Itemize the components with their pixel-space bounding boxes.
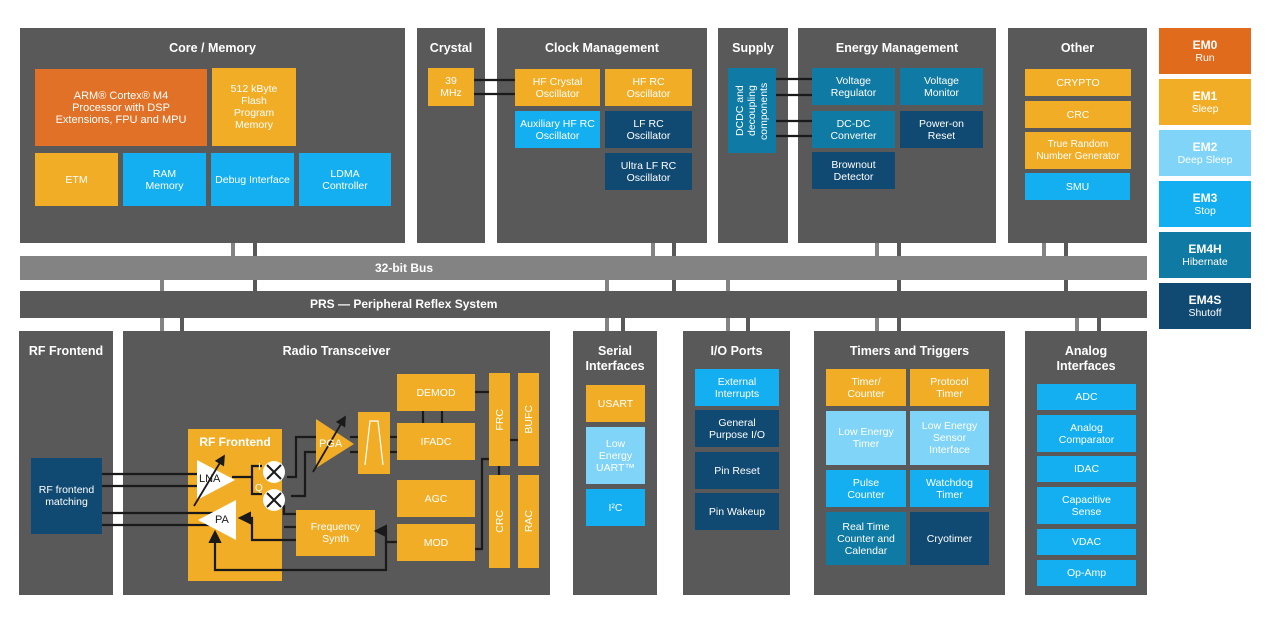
energy-mode-name: Shutoff	[1188, 307, 1222, 319]
i2c-block[interactable]: I²C	[586, 489, 645, 526]
energy-mode-code: EM1	[1192, 89, 1218, 103]
pin-reset-block[interactable]: Pin Reset	[695, 452, 779, 489]
rtcc-block[interactable]: Real Time Counter and Calendar	[826, 512, 906, 565]
energy-mode-code: EM2	[1192, 140, 1218, 154]
energy-mode-code: EM0	[1192, 38, 1218, 52]
mixer-q	[263, 489, 285, 511]
q-label: Q	[255, 483, 263, 494]
energy-mode-em2[interactable]: EM2 Deep Sleep	[1159, 130, 1251, 176]
energy-mode-name: Stop	[1194, 205, 1216, 217]
energy-mode-em1[interactable]: EM1 Sleep	[1159, 79, 1251, 125]
i-label: I	[258, 462, 261, 473]
panel-title: Timers and Triggers	[849, 344, 970, 358]
le-timer-block[interactable]: Low Energy Timer	[826, 411, 906, 465]
external-interrupts-block[interactable]: External Interrupts	[695, 369, 779, 406]
energy-mode-name: Hibernate	[1182, 256, 1228, 268]
panel-title: Analog Interfaces	[1056, 344, 1116, 373]
protocol-timer-block[interactable]: Protocol Timer	[910, 369, 989, 406]
energy-mode-em4h[interactable]: EM4H Hibernate	[1159, 232, 1251, 278]
energy-mode-name: Sleep	[1191, 103, 1219, 115]
watchdog-timer-block[interactable]: Watchdog Timer	[910, 470, 989, 507]
pulse-counter-block[interactable]: Pulse Counter	[826, 470, 906, 507]
energy-mode-em4s[interactable]: EM4S Shutoff	[1159, 283, 1251, 329]
pga-label: PGA	[319, 438, 343, 450]
leuart-block[interactable]: Low Energy UART™	[586, 427, 645, 484]
lna-label: LNA	[199, 473, 221, 485]
op-amp-block[interactable]: Op-Amp	[1037, 560, 1136, 586]
vdac-block[interactable]: VDAC	[1037, 529, 1136, 555]
gpio-block[interactable]: General Purpose I/O	[695, 410, 779, 447]
timers-triggers-panel: Timers and Triggers Timer/ Counter Proto…	[814, 331, 1005, 595]
energy-mode-em3[interactable]: EM3 Stop	[1159, 181, 1251, 227]
energy-mode-code: EM3	[1192, 191, 1218, 205]
pin-wakeup-block[interactable]: Pin Wakeup	[695, 493, 779, 530]
analog-comparator-block[interactable]: Analog Comparator	[1037, 415, 1136, 452]
usart-block[interactable]: USART	[586, 385, 645, 422]
energy-mode-name: Deep Sleep	[1177, 154, 1233, 166]
cryotimer-block[interactable]: Cryotimer	[910, 512, 989, 565]
capacitive-sense-block[interactable]: Capacitive Sense	[1037, 487, 1136, 524]
energy-mode-code: EM4S	[1188, 293, 1222, 307]
energy-mode-name: Run	[1195, 52, 1215, 64]
mixer-i	[263, 461, 285, 483]
idac-block[interactable]: IDAC	[1037, 456, 1136, 482]
io-ports-panel: I/O Ports External Interrupts General Pu…	[683, 331, 790, 595]
timer-counter-block[interactable]: Timer/ Counter	[826, 369, 906, 406]
panel-title: Serial Interfaces	[585, 344, 645, 373]
serial-interfaces-panel: Serial Interfaces USART Low Energy UART™…	[573, 331, 657, 595]
energy-mode-em0[interactable]: EM0 Run	[1159, 28, 1251, 74]
adc-block[interactable]: ADC	[1037, 384, 1136, 410]
panel-title: I/O Ports	[710, 344, 763, 358]
lesense-block[interactable]: Low Energy Sensor Interface	[910, 411, 989, 465]
analog-interfaces-panel: Analog Interfaces ADC Analog Comparator …	[1025, 331, 1147, 595]
pa-label: PA	[215, 514, 229, 526]
energy-mode-code: EM4H	[1188, 242, 1222, 256]
